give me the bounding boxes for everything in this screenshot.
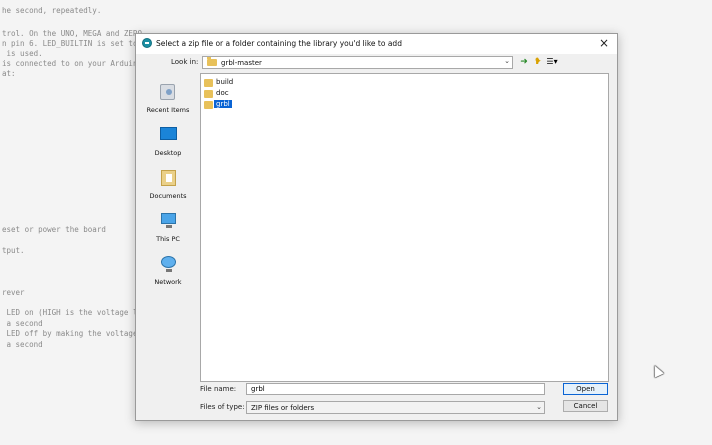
place-label: Documents xyxy=(149,192,187,200)
dialog-titlebar[interactable]: Select a zip file or a folder containing… xyxy=(136,34,617,54)
code-line: a second xyxy=(2,340,43,349)
folder-icon xyxy=(204,90,213,98)
places-bar: Recent Items Desktop Documents This PC N… xyxy=(140,74,196,374)
dialog-title: Select a zip file or a folder containing… xyxy=(156,39,402,48)
code-line: is connected to on your Arduino xyxy=(2,59,142,68)
place-label: This PC xyxy=(156,235,180,243)
code-line: at: xyxy=(2,69,16,78)
file-type-value: ZIP files or folders xyxy=(251,404,315,412)
place-network[interactable]: Network xyxy=(140,252,196,292)
file-chooser-dialog: Select a zip file or a folder containing… xyxy=(135,33,618,421)
code-line: a second xyxy=(2,319,43,328)
close-button[interactable]: × xyxy=(599,36,609,50)
code-line: is used. xyxy=(2,49,43,58)
code-line: eset or power the board xyxy=(2,225,106,234)
code-line: rever xyxy=(2,288,25,297)
arduino-app-icon xyxy=(142,38,152,48)
file-list[interactable]: build doc grbl xyxy=(200,73,609,382)
cancel-button[interactable]: Cancel xyxy=(563,400,608,412)
code-line: he second, repeatedly. xyxy=(2,6,102,15)
place-this-pc[interactable]: This PC xyxy=(140,209,196,249)
look-in-dropdown[interactable]: grbl-master ⌄ xyxy=(202,56,513,69)
folder-icon xyxy=(204,79,213,87)
file-type-dropdown[interactable]: ZIP files or folders ⌄ xyxy=(246,401,545,414)
new-folder-icon[interactable]: ✦ xyxy=(533,56,543,68)
folder-icon xyxy=(204,101,213,109)
file-name-input[interactable]: grbl xyxy=(246,383,545,395)
file-name: doc xyxy=(216,89,229,97)
network-icon xyxy=(161,256,176,272)
this-pc-icon xyxy=(161,213,176,228)
look-in-label: Look in: xyxy=(171,58,199,66)
place-documents[interactable]: Documents xyxy=(140,166,196,206)
file-name: build xyxy=(216,78,234,86)
code-line: tput. xyxy=(2,246,25,255)
code-line: LED off by making the voltage L xyxy=(2,329,147,338)
file-name: grbl xyxy=(213,99,233,109)
folder-icon xyxy=(207,57,217,66)
code-line: LED on (HIGH is the voltage lev xyxy=(2,308,147,317)
desktop-icon xyxy=(160,127,177,140)
chevron-down-icon: ⌄ xyxy=(536,403,542,411)
code-line: trol. On the UNO, MEGA and ZERO xyxy=(2,29,142,38)
file-type-label: Files of type: xyxy=(200,403,245,411)
place-label: Recent Items xyxy=(146,106,190,114)
place-label: Network xyxy=(154,278,182,286)
look-in-value: grbl-master xyxy=(221,58,262,67)
view-menu-icon[interactable]: ☰▾ xyxy=(545,56,559,68)
place-desktop[interactable]: Desktop xyxy=(140,123,196,163)
place-label: Desktop xyxy=(154,149,182,157)
code-line: n pin 6. LED_BUILTIN is set to xyxy=(2,39,138,48)
documents-icon xyxy=(161,170,176,186)
place-recent-items[interactable]: Recent Items xyxy=(140,80,196,120)
open-button[interactable]: Open xyxy=(563,383,608,395)
recent-items-icon xyxy=(160,84,175,100)
file-name-label: File name: xyxy=(200,385,237,393)
chevron-down-icon: ⌄ xyxy=(504,57,510,65)
back-icon[interactable]: ➜ xyxy=(519,56,529,68)
